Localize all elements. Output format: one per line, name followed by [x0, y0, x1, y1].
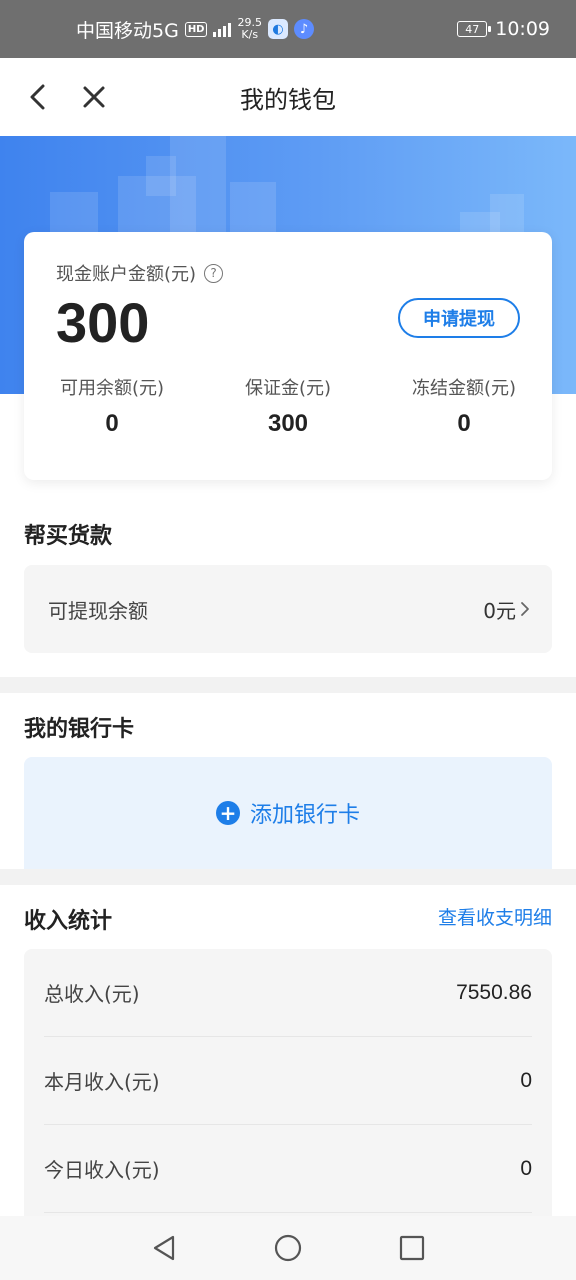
- income-row-total: 总收入(元) 7550.86: [44, 949, 532, 1037]
- system-home-button[interactable]: [273, 1233, 303, 1263]
- withdrawable-balance-value: 0元: [483, 598, 516, 623]
- stat-value: 0: [457, 410, 471, 437]
- income-value: 7550.86: [456, 980, 532, 1004]
- chevron-right-icon: [521, 602, 529, 616]
- income-label: 今日收入(元): [44, 1158, 160, 1182]
- clock: 10:09: [495, 18, 550, 40]
- carrier-label: 中国移动5G: [76, 19, 179, 42]
- system-recents-button[interactable]: [397, 1233, 427, 1263]
- cash-account-label-text: 现金账户金额(元): [56, 264, 197, 285]
- income-row-today: 今日收入(元) 0: [44, 1125, 532, 1213]
- income-section-title: 收入统计: [24, 909, 113, 934]
- balance-card: 现金账户金额(元) ? 300 申请提现 可用余额(元) 0 保证金(元) 30…: [24, 232, 552, 480]
- section-divider: [0, 869, 576, 885]
- income-label: 本月收入(元): [44, 1070, 160, 1094]
- withdrawable-balance-label: 可提现余额: [48, 598, 148, 623]
- stat-value: 300: [267, 410, 309, 437]
- income-label: 总收入(元): [44, 982, 140, 1006]
- nav-header: 我的钱包: [0, 58, 576, 136]
- stat-available: 可用余额(元) 0: [24, 374, 200, 438]
- add-bank-card-label: 添加银行卡: [249, 803, 360, 828]
- income-row-month: 本月收入(元) 0: [44, 1037, 532, 1125]
- plus-circle-icon: +: [215, 801, 240, 825]
- stat-deposit: 保证金(元) 300: [200, 374, 376, 438]
- withdrawable-balance-row[interactable]: 可提现余额 0元: [24, 565, 552, 653]
- stat-frozen: 冻结金额(元) 0: [376, 374, 552, 438]
- battery-icon: 47: [457, 21, 492, 37]
- bank-section-title: 我的银行卡: [24, 717, 135, 742]
- withdrawable-balance-box: 可提现余额 0元: [24, 565, 552, 653]
- view-details-link[interactable]: 查看收支明细: [438, 903, 552, 930]
- stat-label: 可用余额(元): [59, 378, 165, 399]
- back-button[interactable]: [18, 77, 58, 117]
- help-icon[interactable]: ?: [204, 263, 224, 283]
- app-notification-icon: ◐: [267, 19, 288, 39]
- stat-label: 冻结金额(元): [411, 378, 517, 399]
- withdrawable-balance-right: 0元: [483, 595, 530, 624]
- withdraw-button[interactable]: 申请提现: [398, 298, 520, 338]
- hd-icon: HD: [184, 21, 208, 37]
- system-back-button[interactable]: [149, 1233, 179, 1263]
- stat-label: 保证金(元): [244, 378, 332, 399]
- triangle-back-icon: [153, 1235, 175, 1261]
- square-recents-icon: [399, 1235, 425, 1261]
- balance-stats: 可用余额(元) 0 保证金(元) 300 冻结金额(元) 0: [24, 374, 552, 438]
- chevron-left-icon: [30, 84, 45, 110]
- close-button[interactable]: [74, 77, 114, 117]
- add-bank-card-button[interactable]: + 添加银行卡: [24, 757, 552, 869]
- status-bar: 中国移动5G HD 29.5 K/s ◐ ♪ 47 10:09: [0, 0, 576, 58]
- status-left: 中国移动5G HD 29.5 K/s ◐ ♪: [76, 16, 314, 43]
- income-value: 0: [520, 1156, 532, 1180]
- close-icon: [83, 86, 105, 108]
- cash-account-label: 现金账户金额(元) ?: [56, 260, 224, 286]
- stat-value: 0: [105, 410, 119, 437]
- music-icon: ♪: [293, 19, 314, 39]
- purchase-section-title: 帮买货款: [24, 524, 113, 549]
- circle-home-icon: [274, 1234, 302, 1262]
- income-list: 总收入(元) 7550.86 本月收入(元) 0 今日收入(元) 0: [24, 949, 552, 1229]
- system-navigation-bar: [0, 1216, 576, 1280]
- section-divider: [0, 677, 576, 693]
- signal-icon: [213, 21, 232, 37]
- battery-level: 47: [465, 22, 480, 36]
- net-speed: 29.5 K/s: [237, 17, 262, 41]
- net-speed-unit: K/s: [241, 28, 259, 41]
- cash-amount: 300: [56, 291, 150, 354]
- banner-building: [170, 136, 226, 246]
- income-value: 0: [520, 1068, 532, 1092]
- status-right: 47 10:09: [457, 18, 550, 40]
